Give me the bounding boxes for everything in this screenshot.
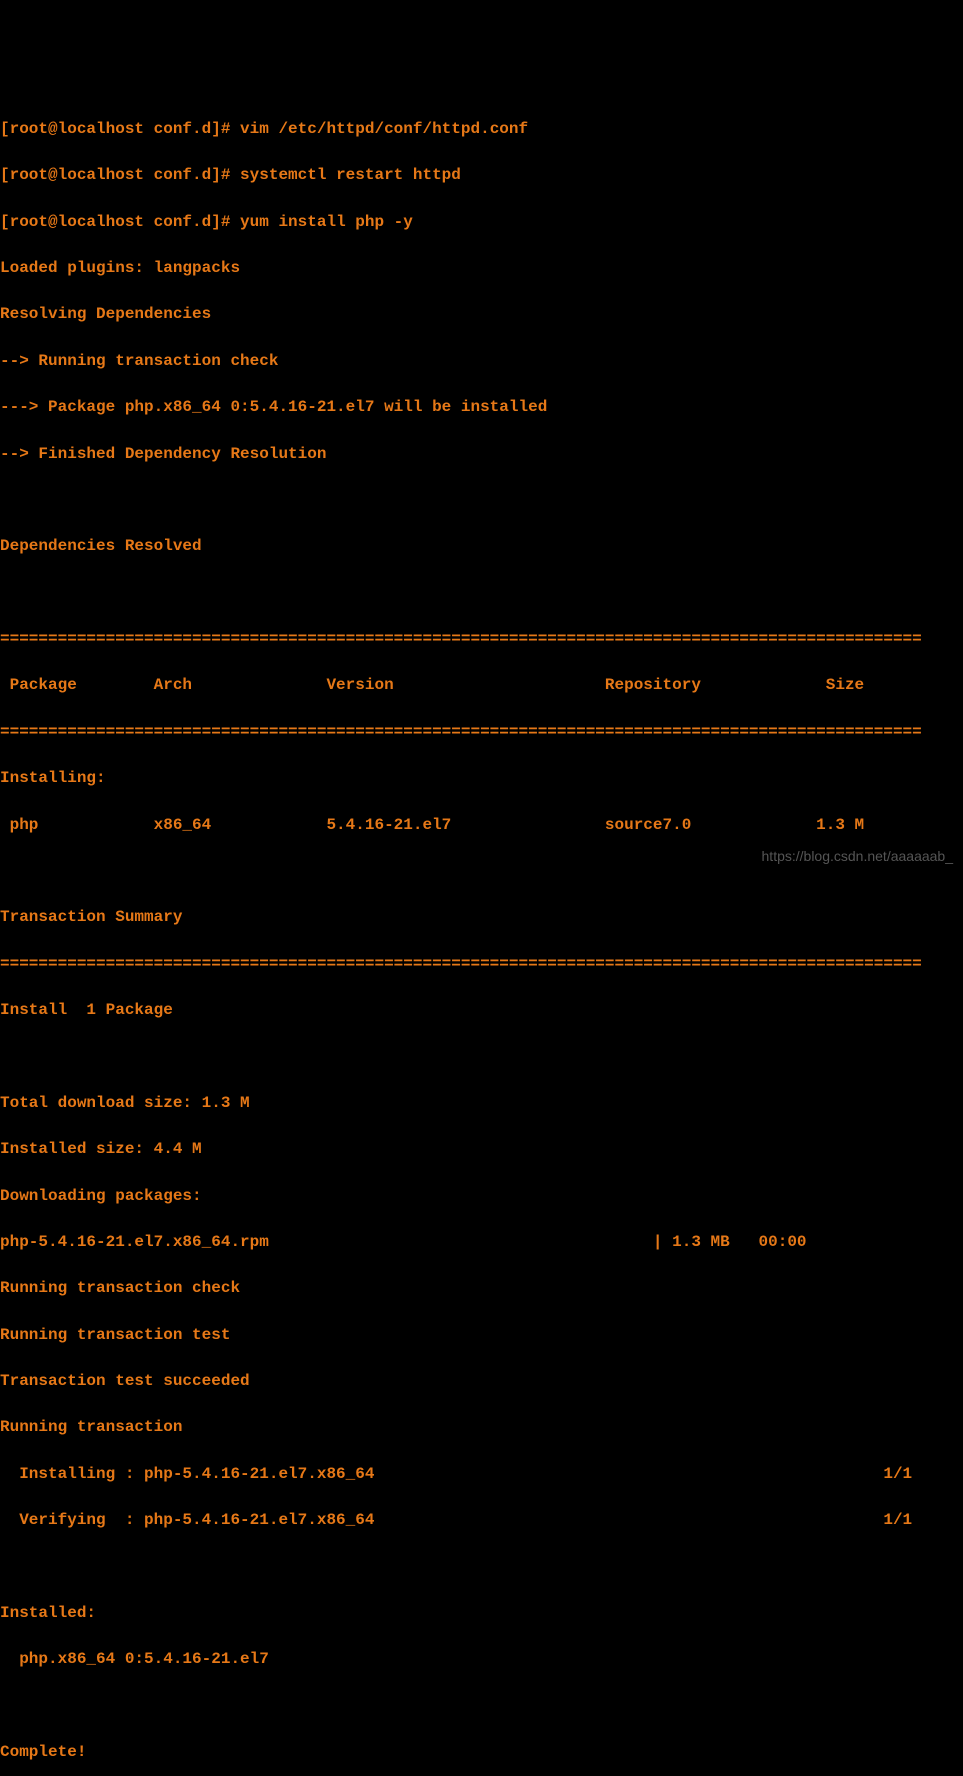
- output-pkg-row: php x86_64 5.4.16-21.el7 source7.0 1.3 M: [0, 814, 963, 837]
- output-resolving: Resolving Dependencies: [0, 303, 963, 326]
- output-deps-resolved: Dependencies Resolved: [0, 535, 963, 558]
- cmd-line-2: [root@localhost conf.d]# systemctl resta…: [0, 164, 963, 187]
- output-run-trans-test: Running transaction test: [0, 1324, 963, 1347]
- blank: [0, 1695, 963, 1718]
- output-downloading: Downloading packages:: [0, 1185, 963, 1208]
- command: systemctl restart httpd: [240, 166, 461, 184]
- output-installed-hdr: Installed:: [0, 1602, 963, 1625]
- table-header: Package Arch Version Repository Size: [0, 674, 963, 697]
- output-rpm-line: php-5.4.16-21.el7.x86_64.rpm | 1.3 MB 00…: [0, 1231, 963, 1254]
- output-trans-summary: Transaction Summary: [0, 906, 963, 929]
- separator: ========================================…: [0, 953, 963, 976]
- output-installed-size: Installed size: 4.4 M: [0, 1138, 963, 1161]
- command: vim /etc/httpd/conf/httpd.conf: [240, 120, 528, 138]
- prompt: [root@localhost conf.d]#: [0, 166, 240, 184]
- blank: [0, 1556, 963, 1579]
- output-total-dl: Total download size: 1.3 M: [0, 1092, 963, 1115]
- cmd-line-3: [root@localhost conf.d]# yum install php…: [0, 211, 963, 234]
- output-complete: Complete!: [0, 1741, 963, 1764]
- output-installed-pkg: php.x86_64 0:5.4.16-21.el7: [0, 1648, 963, 1671]
- output-run-trans: Running transaction: [0, 1416, 963, 1439]
- output-installing-pkg: Installing : php-5.4.16-21.el7.x86_64 1/…: [0, 1463, 963, 1486]
- prompt: [root@localhost conf.d]#: [0, 120, 240, 138]
- output-verifying-pkg: Verifying : php-5.4.16-21.el7.x86_64 1/1: [0, 1509, 963, 1532]
- output-trans-test-ok: Transaction test succeeded: [0, 1370, 963, 1393]
- output-run-trans-check: Running transaction check: [0, 1277, 963, 1300]
- terminal-output[interactable]: [root@localhost conf.d]# vim /etc/httpd/…: [0, 95, 963, 1776]
- command: yum install php -y: [240, 213, 413, 231]
- output-package-line: ---> Package php.x86_64 0:5.4.16-21.el7 …: [0, 396, 963, 419]
- output-run-check: --> Running transaction check: [0, 350, 963, 373]
- output-install-count: Install 1 Package: [0, 999, 963, 1022]
- blank: [0, 582, 963, 605]
- separator: ========================================…: [0, 721, 963, 744]
- cmd-line-1: [root@localhost conf.d]# vim /etc/httpd/…: [0, 118, 963, 141]
- output-loaded-plugins: Loaded plugins: langpacks: [0, 257, 963, 280]
- blank: [0, 1045, 963, 1068]
- output-installing: Installing:: [0, 767, 963, 790]
- blank: [0, 489, 963, 512]
- separator: ========================================…: [0, 628, 963, 651]
- prompt: [root@localhost conf.d]#: [0, 213, 240, 231]
- watermark-text: https://blog.csdn.net/aaaaaab_: [762, 846, 953, 866]
- output-finished-dep: --> Finished Dependency Resolution: [0, 443, 963, 466]
